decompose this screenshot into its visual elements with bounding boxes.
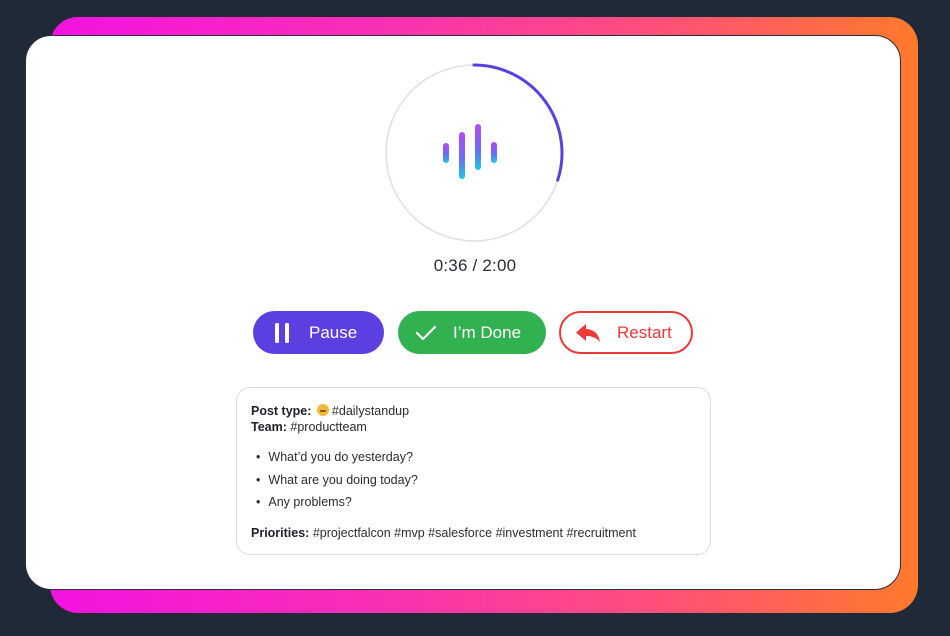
list-item: What are you doing today? xyxy=(256,472,417,495)
team-line: Team: #productteam xyxy=(251,420,367,434)
post-type-line: Post type: #dailystandup xyxy=(251,404,409,418)
audio-wave-icon xyxy=(443,124,497,179)
team-value: #productteam xyxy=(290,420,367,434)
elapsed-time: 0:36 / 2:00 xyxy=(433,256,517,275)
done-button[interactable]: I’m Done xyxy=(398,311,546,354)
priorities-label: Priorities: xyxy=(251,526,310,540)
restart-button[interactable]: Restart xyxy=(559,311,693,354)
priorities-value: #projectfalcon #mvp #salesforce #investm… xyxy=(312,526,636,540)
team-label: Team: xyxy=(251,420,287,434)
list-item: What’d you do yesterday? xyxy=(256,449,418,472)
grinning-face-icon xyxy=(316,404,329,416)
priorities-line: Priorities: #projectfalcon #mvp #salesfo… xyxy=(251,526,636,540)
post-type-value: #dailystandup xyxy=(331,404,410,418)
post-type-label: Post type: xyxy=(251,404,312,418)
pause-button[interactable]: Pause xyxy=(253,311,384,354)
done-button-label: I’m Done xyxy=(453,322,522,342)
list-item: Any problems? xyxy=(256,494,418,517)
timer-progress-arc xyxy=(472,63,564,182)
pause-button-label: Pause xyxy=(309,322,358,342)
question-list: What’d you do yesterday? What are you do… xyxy=(256,449,418,517)
reply-arrow-icon xyxy=(575,323,601,343)
restart-button-label: Restart xyxy=(617,322,672,342)
check-icon xyxy=(414,325,438,341)
timer-ring xyxy=(385,63,564,242)
post-preview-card: Post type: #dailystandup Team: #productt… xyxy=(236,387,711,555)
pause-icon xyxy=(273,322,291,343)
